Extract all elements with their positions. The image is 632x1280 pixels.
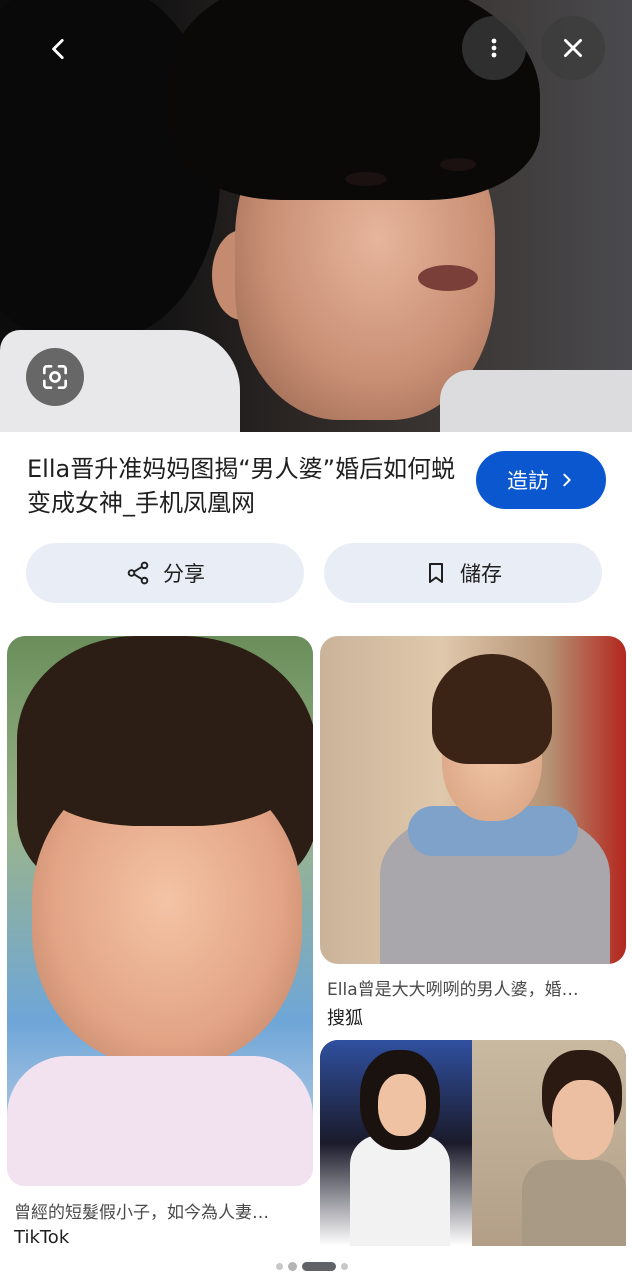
share-icon xyxy=(127,561,149,585)
share-button-label: 分享 xyxy=(163,562,205,586)
pager-dot xyxy=(288,1262,297,1271)
related-caption-1[interactable]: 曾經的短髮假小子，如今為人妻… xyxy=(14,1198,304,1223)
lens-search-icon xyxy=(43,365,67,389)
share-button[interactable]: 分享 xyxy=(26,543,304,603)
save-button[interactable]: 儲存 xyxy=(324,543,602,603)
related-image-3[interactable] xyxy=(320,1040,626,1246)
chevron-right-icon xyxy=(563,473,571,487)
arrow-left-icon xyxy=(52,38,64,60)
photo-face xyxy=(552,1080,614,1160)
lens-search-button[interactable] xyxy=(26,348,84,406)
hero-photo-mouth xyxy=(418,265,478,291)
hero-image[interactable] xyxy=(0,0,632,432)
related-image-1[interactable] xyxy=(7,636,313,1186)
hero-photo-eye xyxy=(440,158,476,171)
save-button-label: 儲存 xyxy=(460,562,502,586)
result-title[interactable]: Ella晋升准妈妈图揭“男人婆”婚后如何蜕变成女神_手机凤凰网 xyxy=(27,452,457,520)
photo-face xyxy=(378,1074,426,1136)
related-caption-2[interactable]: Ella曾是大大咧咧的男人婆，婚… xyxy=(327,975,617,1000)
related-source-1[interactable]: TikTok xyxy=(14,1227,69,1248)
photo-shirt xyxy=(7,1056,313,1186)
back-button[interactable] xyxy=(34,24,84,74)
related-source-2[interactable]: 搜狐 xyxy=(327,1004,363,1030)
pager-dot xyxy=(341,1263,348,1270)
pager-dot-active xyxy=(302,1262,336,1271)
visit-button[interactable]: 造訪 xyxy=(476,451,606,509)
close-icon xyxy=(564,39,582,57)
photo-top xyxy=(350,1135,450,1246)
visit-button-label: 造訪 xyxy=(507,469,549,493)
photo-bangs xyxy=(37,706,297,826)
more-vertical-icon xyxy=(491,38,497,58)
hero-photo-collar xyxy=(440,370,632,432)
close-button[interactable] xyxy=(541,16,605,80)
photo-hair xyxy=(432,654,552,764)
pager-dots xyxy=(276,1262,348,1271)
bookmark-icon xyxy=(429,563,443,583)
photo-shirt xyxy=(522,1160,626,1246)
pager-dot xyxy=(276,1263,283,1270)
related-image-2[interactable] xyxy=(320,636,626,964)
hero-photo-eye xyxy=(345,172,387,186)
more-options-button[interactable] xyxy=(462,16,526,80)
